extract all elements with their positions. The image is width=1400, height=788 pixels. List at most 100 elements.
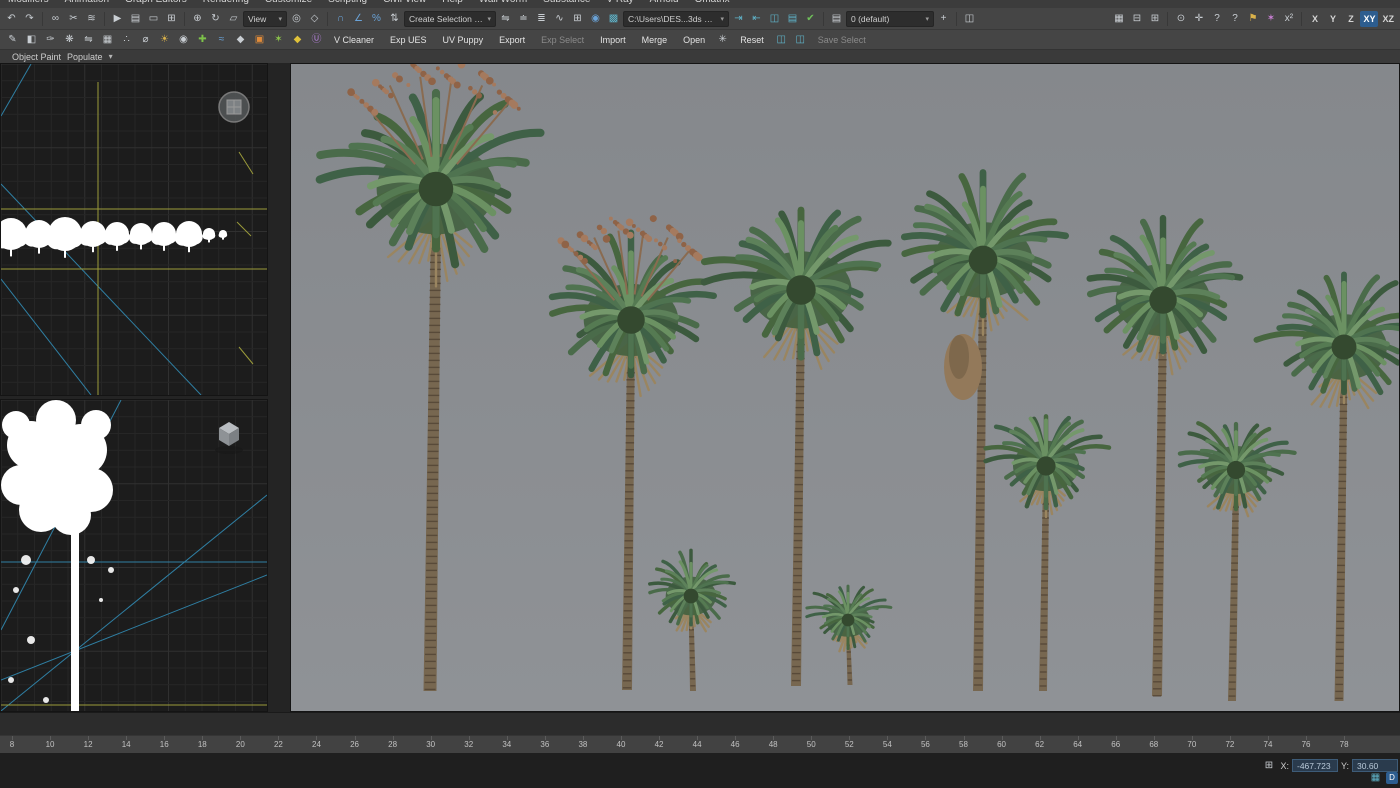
layer-list-icon[interactable]: ▤: [828, 10, 845, 27]
palm-7[interactable]: [986, 416, 1109, 691]
axis-constraint-xz[interactable]: XZ: [1379, 11, 1397, 27]
reset-button[interactable]: Reset: [733, 32, 771, 47]
wand-icon[interactable]: ✶: [1262, 10, 1279, 27]
scene-check-icon[interactable]: ✔: [802, 10, 819, 27]
save-blue-1-icon[interactable]: ◫: [773, 31, 790, 48]
maxscript-x2-icon[interactable]: x²: [1280, 10, 1297, 27]
forest-plugin-icon[interactable]: ✶: [270, 31, 287, 48]
v-cleaner-button[interactable]: V Cleaner: [327, 32, 381, 47]
add-to-layer-icon[interactable]: +: [935, 10, 952, 27]
menu-help[interactable]: Help: [442, 0, 463, 5]
exp-ues-button[interactable]: Exp UES: [383, 32, 434, 47]
uv-puppy-button[interactable]: UV Puppy: [436, 32, 491, 47]
import-button[interactable]: Import: [593, 32, 633, 47]
unlink-selection-icon[interactable]: ✂: [65, 10, 82, 27]
menu-substance[interactable]: Substance: [543, 0, 590, 5]
select-object-icon[interactable]: ▶: [109, 10, 126, 27]
rectangular-selection-region-icon[interactable]: ▭: [145, 10, 162, 27]
menu-v-ray[interactable]: V-Ray: [606, 0, 633, 5]
active-layer-dropdown[interactable]: 0 (default)▾: [846, 11, 934, 27]
railclone-plugin-icon[interactable]: ◆: [289, 31, 306, 48]
menu-customize[interactable]: Customize: [265, 0, 312, 5]
scatter-dots-icon[interactable]: ∴: [118, 31, 135, 48]
palm-5[interactable]: [807, 586, 891, 685]
mirror-paint-icon[interactable]: ⇋: [80, 31, 97, 48]
reference-coordinate-dropdown[interactable]: View▾: [243, 11, 287, 27]
save-scene-icon[interactable]: ◫: [766, 10, 783, 27]
track-bar[interactable]: [0, 712, 1400, 735]
viewport-navigation-gizmo[interactable]: [219, 92, 249, 122]
front-viewport-canvas[interactable]: [1, 64, 267, 395]
spacewarp-tool-icon[interactable]: ≈: [213, 31, 230, 48]
tab-populate[interactable]: Populate: [67, 52, 103, 62]
curve-editor-icon[interactable]: ∿: [551, 10, 568, 27]
import-scene-icon[interactable]: ⇥: [730, 10, 747, 27]
window-crossing-icon[interactable]: ⊞: [163, 10, 180, 27]
menu-animation[interactable]: Animation: [65, 0, 109, 5]
open-button[interactable]: Open: [676, 32, 712, 47]
workspace-icon[interactable]: ⊞: [1146, 10, 1163, 27]
export-scene-icon[interactable]: ⇤: [748, 10, 765, 27]
axis-constraint-y[interactable]: Y: [1324, 11, 1341, 27]
viewport-divider[interactable]: [268, 63, 290, 712]
material-editor-icon[interactable]: ◉: [587, 10, 604, 27]
perspective-viewport-canvas[interactable]: [291, 64, 1399, 711]
grid-array-icon[interactable]: ▦: [99, 31, 116, 48]
select-by-name-icon[interactable]: ▤: [127, 10, 144, 27]
schematic-view-icon[interactable]: ⊞: [569, 10, 586, 27]
layer-explorer-icon[interactable]: ≣: [533, 10, 550, 27]
save-select-button[interactable]: Save Select: [811, 32, 873, 47]
left-viewport[interactable]: [0, 399, 268, 712]
transform-type-in-icon[interactable]: ⊞: [1260, 757, 1277, 774]
zoom-pick-icon[interactable]: ⊙: [1172, 10, 1189, 27]
menu-scripting[interactable]: Scripting: [328, 0, 367, 5]
axis-constraint-xy[interactable]: XY: [1360, 11, 1378, 27]
menu-omatrix[interactable]: Omatrix: [695, 0, 730, 5]
crosshair-pick-icon[interactable]: ✛: [1190, 10, 1207, 27]
fill-tool-icon[interactable]: ◧: [23, 31, 40, 48]
perspective-viewport[interactable]: [290, 63, 1400, 712]
export-button[interactable]: Export: [492, 32, 532, 47]
settings-gear-icon[interactable]: ✳: [714, 31, 731, 48]
light-tool-icon[interactable]: ☀: [156, 31, 173, 48]
redo-icon[interactable]: ↷: [21, 10, 38, 27]
mini-d-badge[interactable]: D: [1386, 772, 1398, 784]
paint-objects-icon[interactable]: ✎: [4, 31, 21, 48]
named-selection-sets-dropdown[interactable]: Create Selection Se▾: [404, 11, 496, 27]
menu-rendering[interactable]: Rendering: [203, 0, 249, 5]
mirror-icon[interactable]: ⇋: [497, 10, 514, 27]
spinner-snap-icon[interactable]: ⇅: [386, 10, 403, 27]
vray-plugin-icon[interactable]: ▣: [251, 31, 268, 48]
select-and-scale-icon[interactable]: ▱: [225, 10, 242, 27]
percent-snap-icon[interactable]: %: [368, 10, 385, 27]
select-and-rotate-icon[interactable]: ↻: [207, 10, 224, 27]
undo-icon[interactable]: ↶: [3, 10, 20, 27]
save-blue-2-icon[interactable]: ◫: [792, 31, 809, 48]
ribbon-flyout-icon[interactable]: ▾: [109, 52, 113, 61]
bone-tool-icon[interactable]: ◆: [232, 31, 249, 48]
timeline-ruler[interactable]: 8101214161820222426283032343638404244464…: [0, 735, 1400, 753]
palm-4[interactable]: [650, 550, 734, 691]
snaps-toggle-icon[interactable]: ∩: [332, 10, 349, 27]
menu-wall-worm[interactable]: Wall Worm: [479, 0, 527, 5]
help-pick-2-icon[interactable]: ?: [1226, 10, 1243, 27]
palm-10[interactable]: [1256, 274, 1399, 701]
palm-9[interactable]: [1180, 423, 1295, 701]
exp-select-button[interactable]: Exp Select: [534, 32, 591, 47]
axis-constraint-x[interactable]: X: [1306, 11, 1323, 27]
select-and-move-icon[interactable]: ⊕: [189, 10, 206, 27]
select-and-link-icon[interactable]: ∞: [47, 10, 64, 27]
menu-civil-view[interactable]: Civil View: [383, 0, 426, 5]
project-path-dropdown[interactable]: C:\Users\DES...3ds Max 2024▾: [623, 11, 729, 27]
merge-button[interactable]: Merge: [635, 32, 675, 47]
front-viewport[interactable]: [0, 63, 268, 396]
angle-snap-icon[interactable]: ∠: [350, 10, 367, 27]
left-viewport-canvas[interactable]: [1, 400, 267, 711]
scene-explorer-toggle-icon[interactable]: ◫: [961, 10, 978, 27]
select-and-manipulate-icon[interactable]: ◇: [306, 10, 323, 27]
flag-icon[interactable]: ⚑: [1244, 10, 1261, 27]
menu-modifiers[interactable]: Modifiers: [8, 0, 49, 5]
palm-1[interactable]: [320, 64, 541, 691]
axis-constraint-z[interactable]: Z: [1342, 11, 1359, 27]
mini-grid-icon[interactable]: ▦: [1367, 769, 1384, 786]
